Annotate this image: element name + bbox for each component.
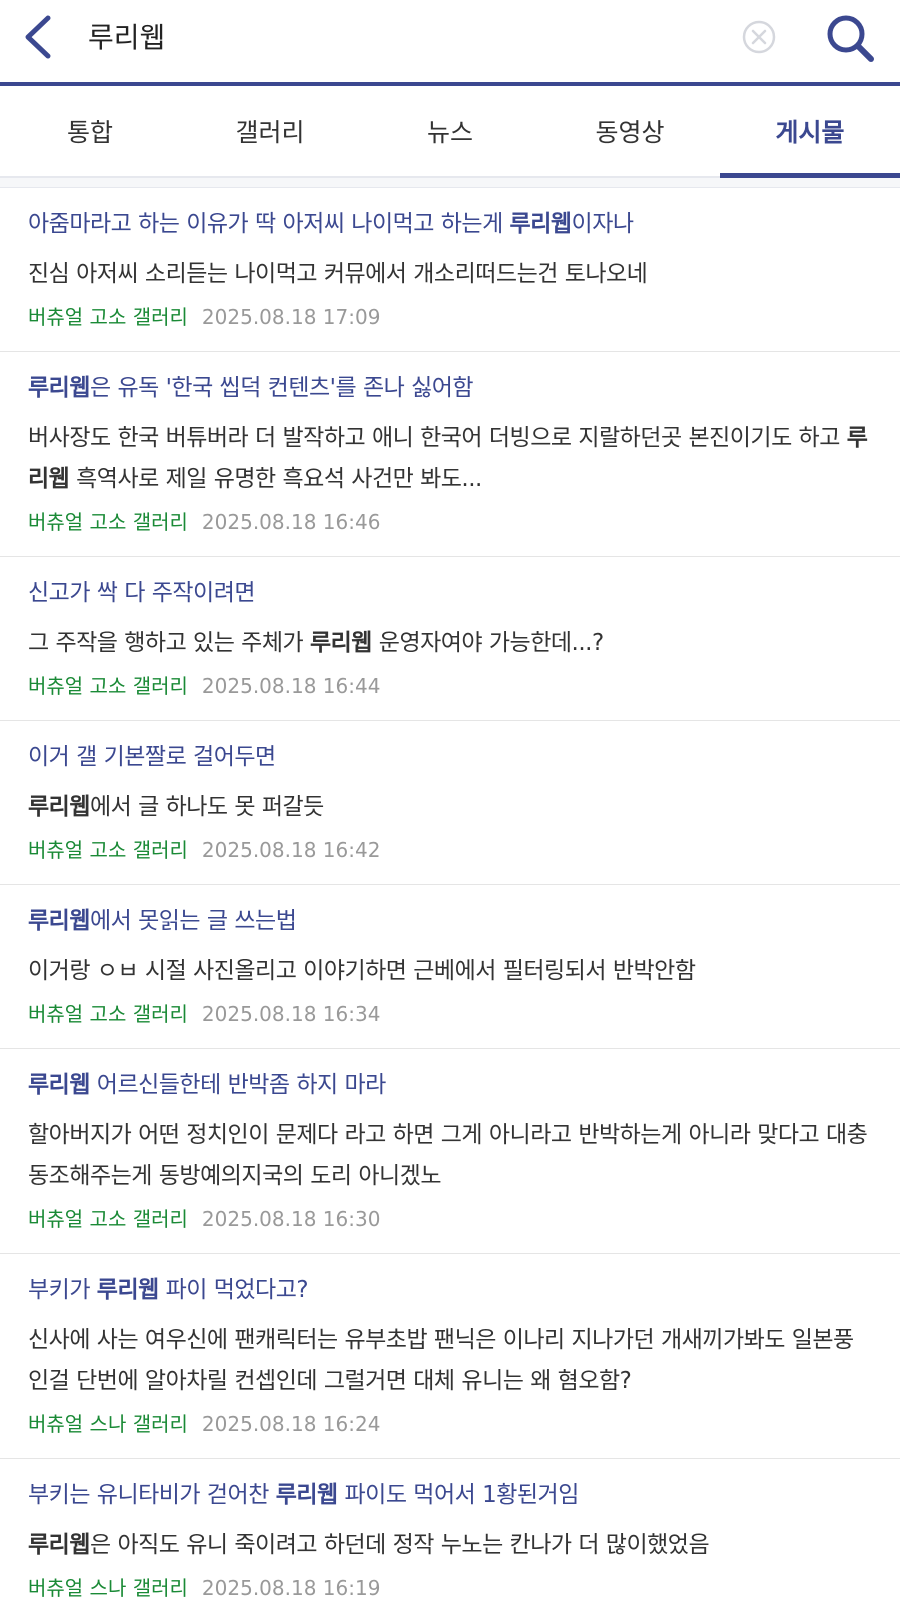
post-title[interactable]: 루리웹은 유독 '한국 씹덕 컨텐츠'를 존나 싫어함: [28, 370, 872, 406]
post-item[interactable]: 루리웹 어르신들한테 반박좀 하지 마라할아버지가 어떤 정치인이 문제다 라고…: [0, 1049, 900, 1254]
post-meta: 버츄얼 고소 갤러리 2025.08.18 16:44: [28, 672, 872, 700]
post-excerpt: 할아버지가 어떤 정치인이 문제다 라고 하면 그게 아니라고 반박하는게 아니…: [28, 1115, 872, 1197]
post-date: 2025.08.18 16:42: [201, 838, 381, 862]
post-title[interactable]: 부키는 유니타비가 걷어찬 루리웹 파이도 먹어서 1황된거임: [28, 1477, 872, 1513]
tab-video[interactable]: 동영상: [540, 86, 720, 176]
post-date: 2025.08.18 16:46: [201, 510, 381, 534]
search-button[interactable]: [822, 10, 878, 66]
post-excerpt-text: 그 주작을 행하고 있는 주체가: [28, 630, 310, 656]
post-excerpt-text: 버사장도 한국 버튜버라 더 발작하고 애니 한국어 더빙으로 지랄하던곳 본진…: [28, 425, 847, 451]
post-excerpt: 이거랑 ㅇㅂ 시절 사진올리고 이야기하면 근베에서 필터링되서 반박안함: [28, 951, 872, 992]
highlight-keyword: 루리웹: [275, 1482, 338, 1508]
search-header: 루리웹: [0, 0, 900, 86]
post-title-text: 부키는 유니타비가 걷어찬: [28, 1482, 276, 1508]
post-gallery-name[interactable]: 버츄얼 스나 갤러리: [28, 1576, 188, 1600]
post-meta: 버츄얼 스나 갤러리 2025.08.18 16:24: [28, 1410, 872, 1438]
post-date: 2025.08.18 16:30: [201, 1207, 381, 1231]
post-excerpt-text: 할아버지가 어떤 정치인이 문제다 라고 하면 그게 아니라고 반박하는게 아니…: [28, 1122, 868, 1189]
post-excerpt-text: 이거랑 ㅇㅂ 시절 사진올리고 이야기하면 근베에서 필터링되서 반박안함: [28, 958, 696, 984]
post-title-text: 부키가: [28, 1277, 97, 1303]
post-gallery-name[interactable]: 버츄얼 스나 갤러리: [28, 1412, 188, 1436]
tab-gallery[interactable]: 갤러리: [180, 86, 360, 176]
post-meta: 버츄얼 고소 갤러리 2025.08.18 17:09: [28, 303, 872, 331]
post-title-text: 이거 갤 기본짤로 걸어두면: [28, 744, 276, 770]
post-excerpt: 진심 아저씨 소리듣는 나이먹고 커뮤에서 개소리떠드는건 토나오네: [28, 254, 872, 295]
post-excerpt-text: 흑역사로 제일 유명한 흑요석 사건만 봐도...: [69, 466, 482, 492]
post-title-text: 신고가 싹 다 주작이려면: [28, 580, 256, 606]
post-title-text: 은 유독 '한국 씹덕 컨텐츠'를 존나 싫어함: [89, 375, 474, 401]
post-meta: 버츄얼 스나 갤러리 2025.08.18 16:19: [28, 1574, 872, 1602]
search-query[interactable]: 루리웹: [88, 18, 165, 58]
highlight-keyword: 루리웹: [28, 794, 90, 820]
post-excerpt-text: 은 아직도 유니 죽이려고 하던데 정작 누노는 칸나가 더 많이했었음: [89, 1532, 710, 1558]
post-meta: 버츄얼 고소 갤러리 2025.08.18 16:42: [28, 836, 872, 864]
category-tabs: 통합 갤러리 뉴스 동영상 게시물: [0, 86, 900, 178]
post-title-text: 어르신들한테 반박좀 하지 마라: [89, 1072, 387, 1098]
post-excerpt-text: 운영자여야 가능한데...?: [371, 630, 604, 656]
post-excerpt: 버사장도 한국 버튜버라 더 발작하고 애니 한국어 더빙으로 지랄하던곳 본진…: [28, 418, 872, 500]
post-gallery-name[interactable]: 버츄얼 고소 갤러리: [28, 305, 188, 329]
post-title-text: 에서 못읽는 글 쓰는법: [89, 908, 297, 934]
post-title-text: 이자나: [571, 211, 634, 237]
post-title[interactable]: 아줌마라고 하는 이유가 딱 아저씨 나이먹고 하는게 루리웹이자나: [28, 206, 872, 242]
post-title[interactable]: 부키가 루리웹 파이 먹었다고?: [28, 1272, 872, 1308]
highlight-keyword: 루리웹: [28, 1532, 90, 1558]
post-item[interactable]: 부키가 루리웹 파이 먹었다고? 신사에 사는 여우신에 팬캐릭터는 유부초밥 팬…: [0, 1254, 900, 1459]
clear-search-button[interactable]: [740, 18, 778, 56]
highlight-keyword: 루리웹: [28, 908, 90, 934]
circle-x-icon: [742, 20, 776, 54]
post-gallery-name[interactable]: 버츄얼 고소 갤러리: [28, 838, 188, 862]
post-results-list: 아줌마라고 하는 이유가 딱 아저씨 나이먹고 하는게 루리웹이자나 진심 아저씨…: [0, 188, 900, 1620]
post-meta: 버츄얼 고소 갤러리 2025.08.18 16:34: [28, 1000, 872, 1028]
highlight-keyword: 루리웹: [96, 1277, 159, 1303]
post-title[interactable]: 이거 갤 기본짤로 걸어두면: [28, 739, 872, 775]
post-meta: 버츄얼 고소 갤러리 2025.08.18 16:30: [28, 1205, 872, 1233]
highlight-keyword: 루리웹: [28, 375, 90, 401]
back-button[interactable]: [18, 12, 68, 62]
post-item[interactable]: 부키는 유니타비가 걷어찬 루리웹 파이도 먹어서 1황된거임 루리웹은 아직도 …: [0, 1459, 900, 1620]
tab-all[interactable]: 통합: [0, 86, 180, 176]
post-title[interactable]: 루리웹 어르신들한테 반박좀 하지 마라: [28, 1067, 872, 1103]
tab-divider: [0, 178, 900, 188]
post-gallery-name[interactable]: 버츄얼 고소 갤러리: [28, 1002, 188, 1026]
post-excerpt: 신사에 사는 여우신에 팬캐릭터는 유부초밥 팬닉은 이나리 지나가던 개새끼가…: [28, 1320, 872, 1402]
post-title[interactable]: 신고가 싹 다 주작이려면: [28, 575, 872, 611]
post-item[interactable]: 이거 갤 기본짤로 걸어두면루리웹에서 글 하나도 못 퍼갈듯버츄얼 고소 갤러…: [0, 721, 900, 885]
highlight-keyword: 루리웹: [509, 211, 572, 237]
post-date: 2025.08.18 16:19: [201, 1576, 381, 1600]
post-item[interactable]: 루리웹은 유독 '한국 씹덕 컨텐츠'를 존나 싫어함버사장도 한국 버튜버라 …: [0, 352, 900, 557]
post-date: 2025.08.18 16:44: [201, 674, 381, 698]
post-gallery-name[interactable]: 버츄얼 고소 갤러리: [28, 1207, 188, 1231]
post-date: 2025.08.18 16:24: [201, 1412, 381, 1436]
post-gallery-name[interactable]: 버츄얼 고소 갤러리: [28, 510, 188, 534]
post-title-text: 아줌마라고 하는 이유가 딱 아저씨 나이먹고 하는게: [28, 211, 510, 237]
post-excerpt-text: 에서 글 하나도 못 퍼갈듯: [89, 794, 324, 820]
post-date: 2025.08.18 17:09: [201, 305, 381, 329]
post-date: 2025.08.18 16:34: [201, 1002, 381, 1026]
post-title-text: 파이 먹었다고?: [158, 1277, 309, 1303]
highlight-keyword: 루리웹: [28, 1072, 90, 1098]
post-meta: 버츄얼 고소 갤러리 2025.08.18 16:46: [28, 508, 872, 536]
tab-news[interactable]: 뉴스: [360, 86, 540, 176]
post-title-text: 파이도 먹어서 1황된거임: [337, 1482, 579, 1508]
chevron-left-icon: [25, 15, 51, 59]
post-excerpt-text: 신사에 사는 여우신에 팬캐릭터는 유부초밥 팬닉은 이나리 지나가던 개새끼가…: [28, 1327, 854, 1394]
search-icon: [827, 15, 874, 62]
post-item[interactable]: 신고가 싹 다 주작이려면그 주작을 행하고 있는 주체가 루리웹 운영자여야 …: [0, 557, 900, 721]
post-gallery-name[interactable]: 버츄얼 고소 갤러리: [28, 674, 188, 698]
post-excerpt: 그 주작을 행하고 있는 주체가 루리웹 운영자여야 가능한데...?: [28, 623, 872, 664]
highlight-keyword: 루리웹: [309, 630, 372, 656]
post-item[interactable]: 루리웹에서 못읽는 글 쓰는법이거랑 ㅇㅂ 시절 사진올리고 이야기하면 근베에…: [0, 885, 900, 1049]
post-excerpt-text: 진심 아저씨 소리듣는 나이먹고 커뮤에서 개소리떠드는건 토나오네: [28, 261, 648, 287]
post-excerpt: 루리웹에서 글 하나도 못 퍼갈듯: [28, 787, 872, 828]
post-title[interactable]: 루리웹에서 못읽는 글 쓰는법: [28, 903, 872, 939]
post-excerpt: 루리웹은 아직도 유니 죽이려고 하던데 정작 누노는 칸나가 더 많이했었음: [28, 1525, 872, 1566]
post-item[interactable]: 아줌마라고 하는 이유가 딱 아저씨 나이먹고 하는게 루리웹이자나진심 아저씨…: [0, 188, 900, 352]
tab-posts[interactable]: 게시물: [720, 86, 900, 178]
